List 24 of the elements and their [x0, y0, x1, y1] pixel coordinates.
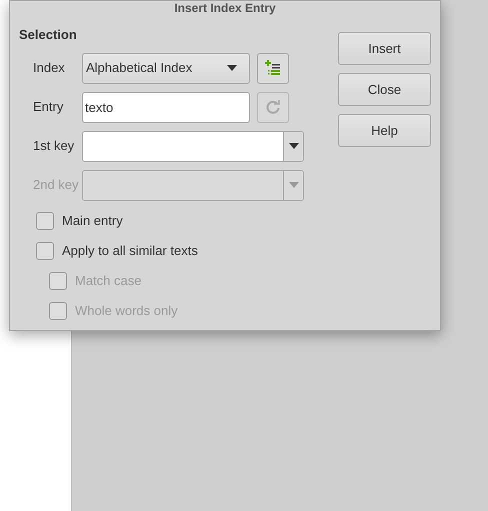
dropdown-arrow-icon — [288, 182, 298, 188]
field-label: 1st key — [32, 137, 76, 156]
checkbox[interactable] — [36, 212, 54, 230]
section-heading: Selection — [19, 26, 77, 44]
dialog-button[interactable]: Close — [338, 73, 431, 106]
checkbox-label[interactable]: Main entry — [62, 210, 123, 230]
window-title: Insert Index Entry — [174, 1, 276, 17]
dialog-button[interactable]: Insert — [338, 32, 431, 65]
key-combo-box[interactable] — [82, 170, 304, 200]
field-label: 2nd key — [32, 176, 80, 194]
add-list-icon — [265, 60, 281, 76]
index-dropdown[interactable]: Alphabetical Index — [82, 52, 250, 84]
key-combo-box[interactable] — [82, 130, 304, 162]
dialog-button[interactable]: Help — [338, 114, 431, 147]
entry-field[interactable]: texto — [82, 92, 250, 122]
checkbox[interactable] — [36, 242, 54, 260]
refresh-button[interactable] — [257, 92, 289, 122]
checkbox-label[interactable]: Apply to all similar texts — [62, 240, 198, 260]
new-index-button[interactable] — [257, 52, 289, 84]
dropdown-arrow-icon — [288, 143, 298, 149]
field-label: Index — [32, 59, 66, 78]
field-label: Entry — [32, 98, 64, 116]
refresh-icon — [266, 100, 280, 114]
dropdown-arrow-icon — [227, 65, 237, 71]
